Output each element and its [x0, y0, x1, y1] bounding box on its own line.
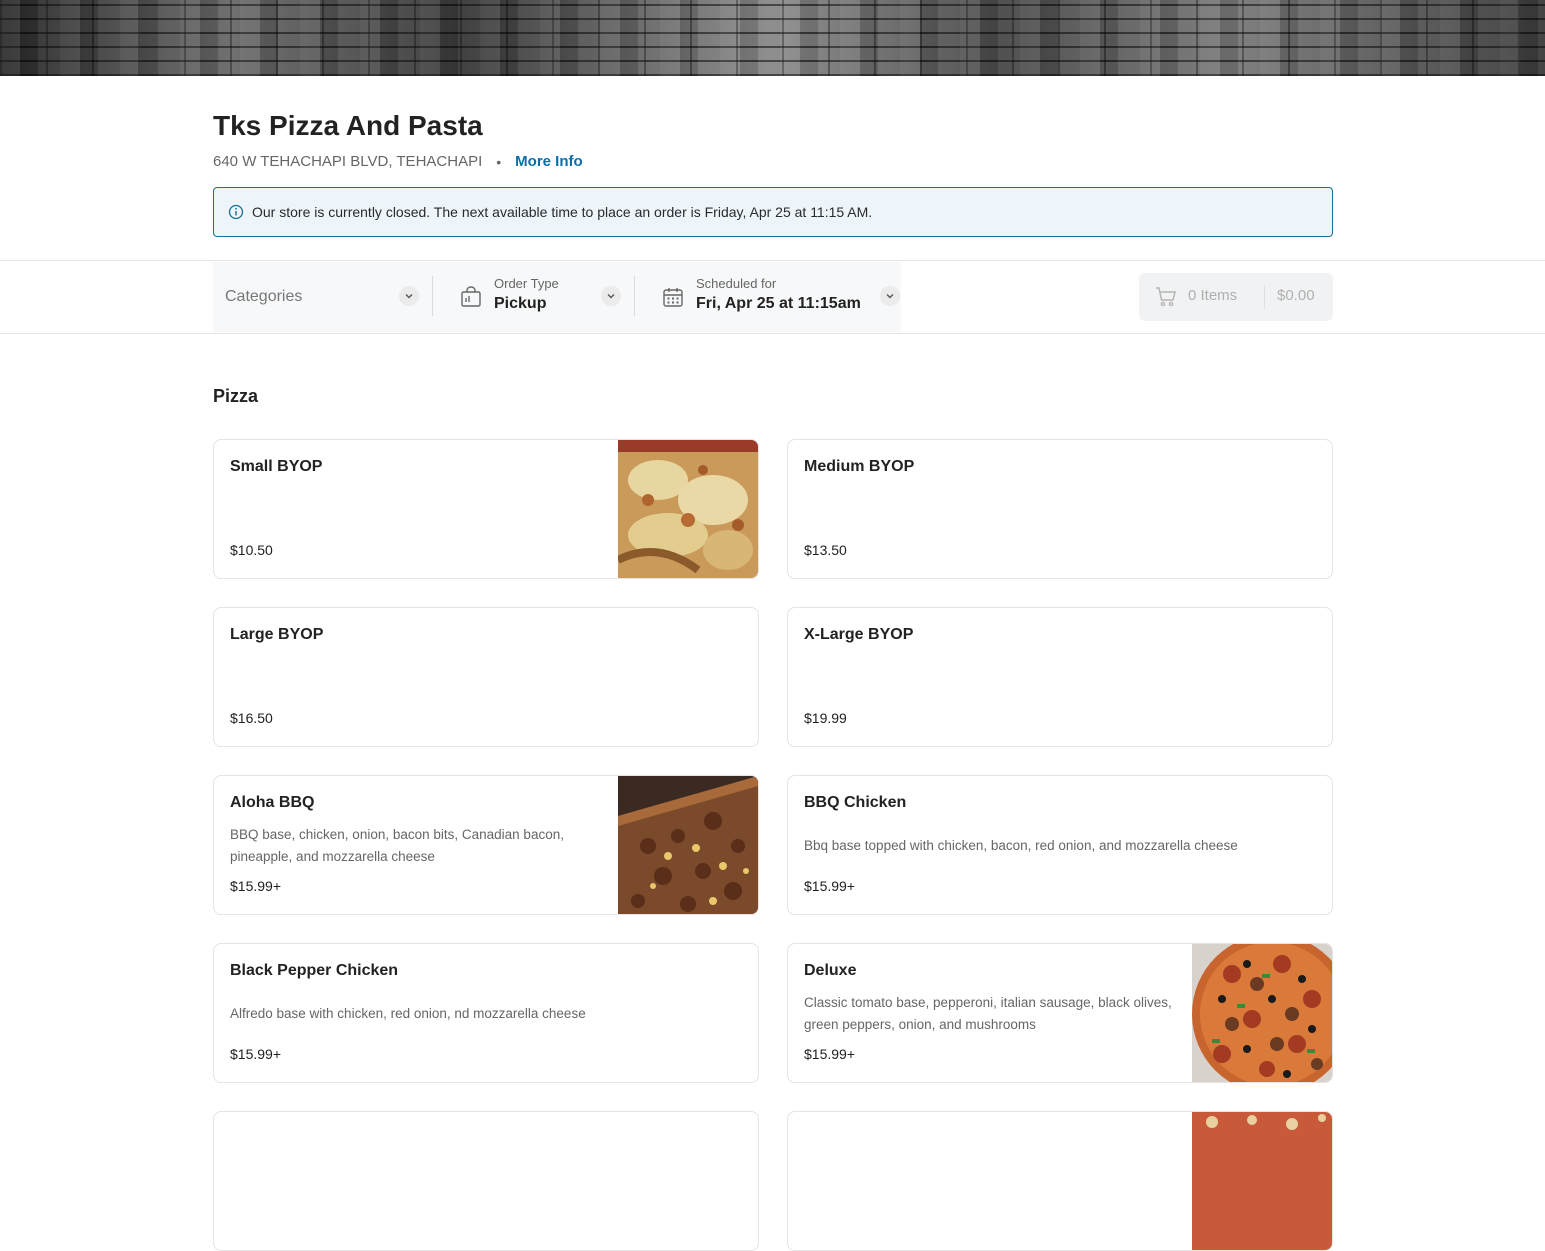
menu-item-price: $13.50: [804, 542, 847, 558]
menu-item-description: Bbq base topped with chicken, bacon, red…: [804, 838, 1238, 853]
categories-placeholder: Categories: [225, 288, 303, 305]
hero-banner: [0, 0, 1545, 76]
menu-item-card[interactable]: [213, 1111, 759, 1251]
store-address-row: 640 W TEHACHAPI BLVD, TEHACHAPI • More I…: [213, 153, 583, 170]
menu-item-name: Aloha BBQ: [230, 794, 315, 811]
menu-item-card[interactable]: Aloha BBQ BBQ base, chicken, onion, baco…: [213, 775, 759, 915]
menu-item-name: Medium BYOP: [804, 458, 915, 475]
categories-dropdown[interactable]: Categories: [213, 262, 433, 332]
menu-item-card[interactable]: X-Large BYOP $19.99: [787, 607, 1333, 747]
scheduled-label: Scheduled for: [696, 276, 777, 291]
cart-total: $0.00: [1277, 287, 1315, 304]
chevron-down-icon: [399, 286, 419, 306]
menu-item-card[interactable]: Large BYOP $16.50: [213, 607, 759, 747]
shopping-bag-icon: [461, 286, 481, 307]
menu-item-name: Large BYOP: [230, 626, 324, 643]
chevron-down-icon: [880, 286, 900, 306]
schedule-dropdown[interactable]: Scheduled for Fri, Apr 25 at 11:15am: [642, 262, 901, 332]
alert-message: Our store is currently closed. The next …: [252, 204, 873, 220]
menu-item-card[interactable]: [787, 1111, 1333, 1251]
pizza-photo: [618, 776, 758, 914]
menu-item-name: BBQ Chicken: [804, 794, 907, 811]
menu-item-card[interactable]: Medium BYOP $13.50: [787, 439, 1333, 579]
cart-icon: [1156, 287, 1176, 307]
menu-item-price: $15.99+: [230, 878, 281, 894]
menu-item-card[interactable]: Small BYOP $10.50: [213, 439, 759, 579]
menu-item-price: $15.99+: [804, 878, 855, 894]
separator-dot: •: [496, 153, 502, 170]
pizza-photo: [1192, 1112, 1332, 1250]
store-name: Tks Pizza And Pasta: [213, 110, 483, 141]
toolbar-divider: [432, 276, 433, 316]
cart-item-count: 0 Items: [1188, 287, 1238, 304]
scheduled-value: Fri, Apr 25 at 11:15am: [696, 295, 861, 312]
menu-item-name: X-Large BYOP: [804, 626, 914, 643]
chevron-down-icon: [601, 286, 621, 306]
menu-item-price: $19.99: [804, 710, 847, 726]
more-info-link[interactable]: More Info: [515, 153, 583, 170]
menu-item-name: Black Pepper Chicken: [230, 962, 399, 979]
menu-item-description: Alfredo base with chicken, red onion, nd…: [230, 1006, 586, 1021]
menu-item-price: $15.99+: [804, 1046, 855, 1062]
menu-item-price: $16.50: [230, 710, 273, 726]
menu-item-description: BBQ base, chicken, onion, bacon bits, Ca…: [230, 827, 564, 864]
menu-item-description: Classic tomato base, pepperoni, italian …: [804, 995, 1172, 1032]
menu-item-card[interactable]: Deluxe Classic tomato base, pepperoni, i…: [787, 943, 1333, 1083]
toolbar-divider: [634, 276, 635, 316]
order-type-label: Order Type: [494, 276, 559, 291]
order-type-dropdown[interactable]: Order Type Pickup: [440, 262, 633, 332]
calendar-icon: [663, 288, 683, 307]
pizza-photo: [1192, 944, 1332, 1082]
menu-item-price: $10.50: [230, 542, 273, 558]
menu-item-name: Deluxe: [804, 962, 857, 979]
section-title-pizza: Pizza: [213, 386, 259, 406]
info-icon: [228, 204, 244, 220]
cart-divider: [1264, 285, 1265, 309]
store-closed-alert: Our store is currently closed. The next …: [213, 187, 1333, 237]
menu-item-price: $15.99+: [230, 1046, 281, 1062]
cart-button[interactable]: 0 Items $0.00: [1139, 273, 1333, 321]
menu-item-card[interactable]: BBQ Chicken Bbq base topped with chicken…: [787, 775, 1333, 915]
menu-item-card[interactable]: Black Pepper Chicken Alfredo base with c…: [213, 943, 759, 1083]
pizza-photo: [618, 440, 758, 578]
menu-item-name: Small BYOP: [230, 458, 323, 475]
order-type-value: Pickup: [494, 295, 547, 312]
store-address: 640 W TEHACHAPI BLVD, TEHACHAPI: [213, 153, 483, 170]
